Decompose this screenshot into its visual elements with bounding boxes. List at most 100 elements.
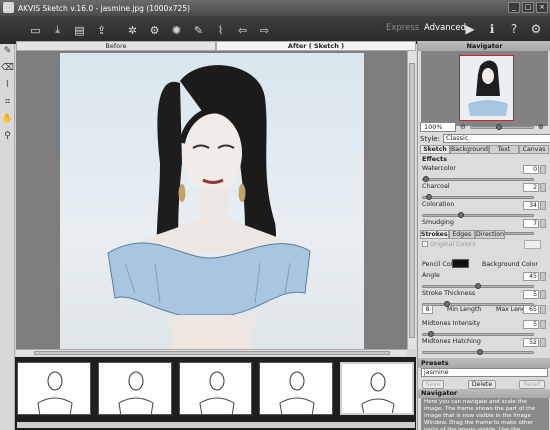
navigator-window[interactable] — [421, 51, 548, 126]
reset-preset-button[interactable]: Reset — [519, 380, 545, 389]
vertical-scrollbar[interactable] — [407, 51, 416, 349]
spin-buttons[interactable] — [540, 201, 546, 210]
tab-sketch[interactable]: Sketch — [420, 145, 451, 154]
sketch-image — [60, 53, 364, 349]
zoom-select[interactable]: 100% — [420, 122, 456, 132]
play-icon[interactable]: ▶ — [462, 20, 478, 38]
close-button[interactable]: × — [536, 2, 548, 13]
spin-buttons[interactable] — [540, 305, 546, 314]
tab-before[interactable]: Before — [16, 41, 216, 51]
tab-canvas[interactable]: Canvas — [518, 145, 550, 154]
zoom-out-icon[interactable]: ⊖ — [460, 123, 466, 131]
hand-tool-icon[interactable]: ✋ — [1, 114, 14, 127]
param-value[interactable]: 0 — [523, 165, 539, 174]
horizontal-scrollbar[interactable] — [16, 349, 407, 356]
param-value[interactable]: 45 — [523, 272, 539, 281]
maximize-button[interactable]: □ — [522, 2, 534, 13]
midtones-hatching-param: Midtones Hatching 52 — [422, 338, 549, 358]
minimize-button[interactable]: _ — [508, 2, 520, 13]
tab-text[interactable]: Text — [488, 145, 519, 154]
history-brush-icon[interactable]: ⌇ — [1, 80, 14, 93]
eraser-icon[interactable]: ✎ — [189, 21, 208, 40]
spin-buttons[interactable] — [540, 219, 546, 228]
param-label: Midtones Intensity — [422, 320, 481, 327]
pencil-color-swatch[interactable] — [452, 259, 469, 268]
save-preset-button[interactable]: Save — [422, 380, 444, 389]
pencil-tool-icon[interactable]: ✎ — [1, 46, 14, 59]
param-label: Coloration — [422, 201, 455, 208]
open-icon[interactable]: ▭ — [26, 21, 45, 40]
settings-tabs: Sketch Background Text Canvas — [420, 145, 550, 154]
watercolor-slider[interactable] — [422, 176, 534, 182]
spin-buttons[interactable] — [540, 183, 546, 192]
settings-icon[interactable]: ⚙ — [528, 20, 544, 38]
filmstrip — [15, 357, 416, 430]
stroke-tabs: Strokes Edges Direction — [420, 230, 505, 239]
style-select[interactable]: Classic — [442, 134, 550, 143]
coloration-slider[interactable] — [422, 212, 534, 218]
param-label: Angle — [422, 272, 440, 279]
style-row: Style: Classic — [418, 133, 550, 144]
spin-buttons[interactable] — [540, 290, 546, 299]
batch-icon[interactable]: ✲ — [123, 21, 142, 40]
help-header: Navigator — [418, 389, 550, 398]
spin-buttons[interactable] — [540, 320, 546, 329]
express-mode-button[interactable]: Express — [386, 23, 419, 33]
navigator-header: Navigator — [418, 41, 550, 51]
navigator-thumbnail[interactable] — [459, 55, 514, 121]
filmstrip-thumbnail[interactable] — [97, 362, 172, 415]
param-value[interactable]: 34 — [523, 201, 539, 210]
filmstrip-thumbnail[interactable] — [178, 362, 253, 415]
spin-buttons[interactable] — [540, 338, 546, 347]
tab-background[interactable]: Background — [450, 145, 489, 154]
spin-buttons[interactable] — [540, 272, 546, 281]
param-value[interactable]: 52 — [523, 338, 539, 347]
tab-direction[interactable]: Direction — [475, 230, 505, 239]
help-icon[interactable]: ? — [506, 20, 522, 38]
angle-slider[interactable] — [422, 283, 534, 289]
max-length-value[interactable]: 65 — [523, 305, 539, 314]
plugin-icon[interactable]: ⚙ — [145, 21, 164, 40]
zoom-in-icon[interactable]: ⊕ — [538, 123, 544, 131]
window-title: AKVIS Sketch v.16.0 - jasmine.jpg (1000x… — [18, 3, 191, 13]
help-text: Here you can navigate and scale the imag… — [421, 398, 549, 430]
param-value[interactable]: 5 — [523, 320, 539, 329]
info-icon[interactable]: ℹ — [484, 20, 500, 38]
zoom-tool-icon[interactable]: ⚲ — [1, 131, 14, 144]
filmstrip-thumbnail[interactable] — [259, 362, 334, 415]
length-row: 8 Min Length Max Length 65 — [422, 305, 549, 315]
param-value[interactable]: 5 — [523, 290, 539, 299]
filmstrip-scrollbar[interactable] — [17, 422, 415, 428]
delete-preset-button[interactable]: Delete — [468, 380, 496, 389]
zoom-slider[interactable] — [470, 124, 534, 130]
undo-icon[interactable]: ⇦ — [233, 21, 252, 40]
tab-strokes[interactable]: Strokes — [420, 230, 449, 239]
filmstrip-thumbnail-selected[interactable] — [340, 362, 414, 415]
title-bar: AKVIS Sketch v.16.0 - jasmine.jpg (1000x… — [0, 0, 550, 16]
param-value[interactable]: 7 — [523, 219, 539, 228]
advanced-mode-button[interactable]: Advanced — [424, 23, 466, 33]
tab-after[interactable]: After ( Sketch ) — [216, 41, 416, 51]
original-colors-checkbox[interactable]: Original Colors — [422, 241, 476, 248]
redo-icon[interactable]: ⇨ — [255, 21, 274, 40]
crop-tool-icon[interactable]: ⌗ — [1, 97, 14, 110]
image-window[interactable] — [16, 51, 407, 349]
midtones-hatching-slider[interactable] — [422, 349, 534, 355]
brush-icon[interactable]: ⌇ — [211, 21, 230, 40]
preset-select[interactable]: jasmine — [421, 368, 548, 377]
save-icon[interactable]: ⤓ — [48, 21, 67, 40]
midtones-intensity-slider[interactable] — [422, 331, 534, 337]
run-icon[interactable]: ✺ — [167, 21, 186, 40]
print-icon[interactable]: ▤ — [70, 21, 89, 40]
param-value[interactable]: 2 — [523, 183, 539, 192]
filmstrip-thumbnail[interactable] — [17, 362, 91, 415]
share-icon[interactable]: ⇪ — [92, 21, 111, 40]
charcoal-slider[interactable] — [422, 194, 534, 200]
tab-edges[interactable]: Edges — [448, 230, 476, 239]
eraser-tool-icon[interactable]: ⌫ — [1, 63, 14, 76]
min-length-value[interactable]: 8 — [422, 305, 433, 314]
spin-buttons[interactable] — [540, 165, 546, 174]
param-label: Midtones Hatching — [422, 338, 481, 345]
background-color-label: Background Color — [482, 261, 539, 268]
original-colors-label: Original Colors — [430, 241, 476, 248]
